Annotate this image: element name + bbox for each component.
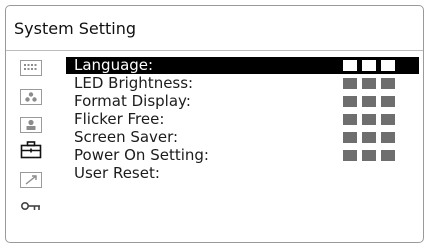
menu-item-label: User Reset: <box>74 164 160 182</box>
toolbox-icon[interactable] <box>20 141 42 159</box>
display-grid-icon[interactable] <box>20 60 42 78</box>
menu-item-screen-saver[interactable]: Screen Saver: <box>66 128 419 146</box>
value-indicator <box>343 132 397 143</box>
value-indicator <box>343 150 397 161</box>
title-divider <box>6 50 423 51</box>
menu-item-label: Format Display: <box>74 92 191 110</box>
menu-item-language[interactable]: Language: <box>66 56 419 74</box>
menu-item-flicker-free[interactable]: Flicker Free: <box>66 110 419 128</box>
person-icon[interactable] <box>20 117 42 135</box>
value-indicator <box>343 78 397 89</box>
menu-item-format-display[interactable]: Format Display: <box>66 92 419 110</box>
menu-item-power-on-setting[interactable]: Power On Setting: <box>66 146 419 164</box>
menu-item-label: LED Brightness: <box>74 74 194 92</box>
key-icon[interactable] <box>20 198 42 216</box>
menu-item-label: Language: <box>74 56 154 74</box>
arrow-icon[interactable] <box>20 172 42 190</box>
settings-panel: System Setting Language: LED Brightness:… <box>5 5 424 243</box>
value-indicator <box>343 114 397 125</box>
value-indicator <box>343 60 397 71</box>
menu-item-label: Power On Setting: <box>74 146 209 164</box>
menu-item-label: Screen Saver: <box>74 128 179 146</box>
value-indicator <box>343 96 397 107</box>
dots-icon[interactable] <box>20 89 42 107</box>
menu-item-label: Flicker Free: <box>74 110 165 128</box>
menu-item-user-reset[interactable]: User Reset: <box>66 164 419 182</box>
page-title: System Setting <box>14 19 137 38</box>
menu-item-led-brightness[interactable]: LED Brightness: <box>66 74 419 92</box>
